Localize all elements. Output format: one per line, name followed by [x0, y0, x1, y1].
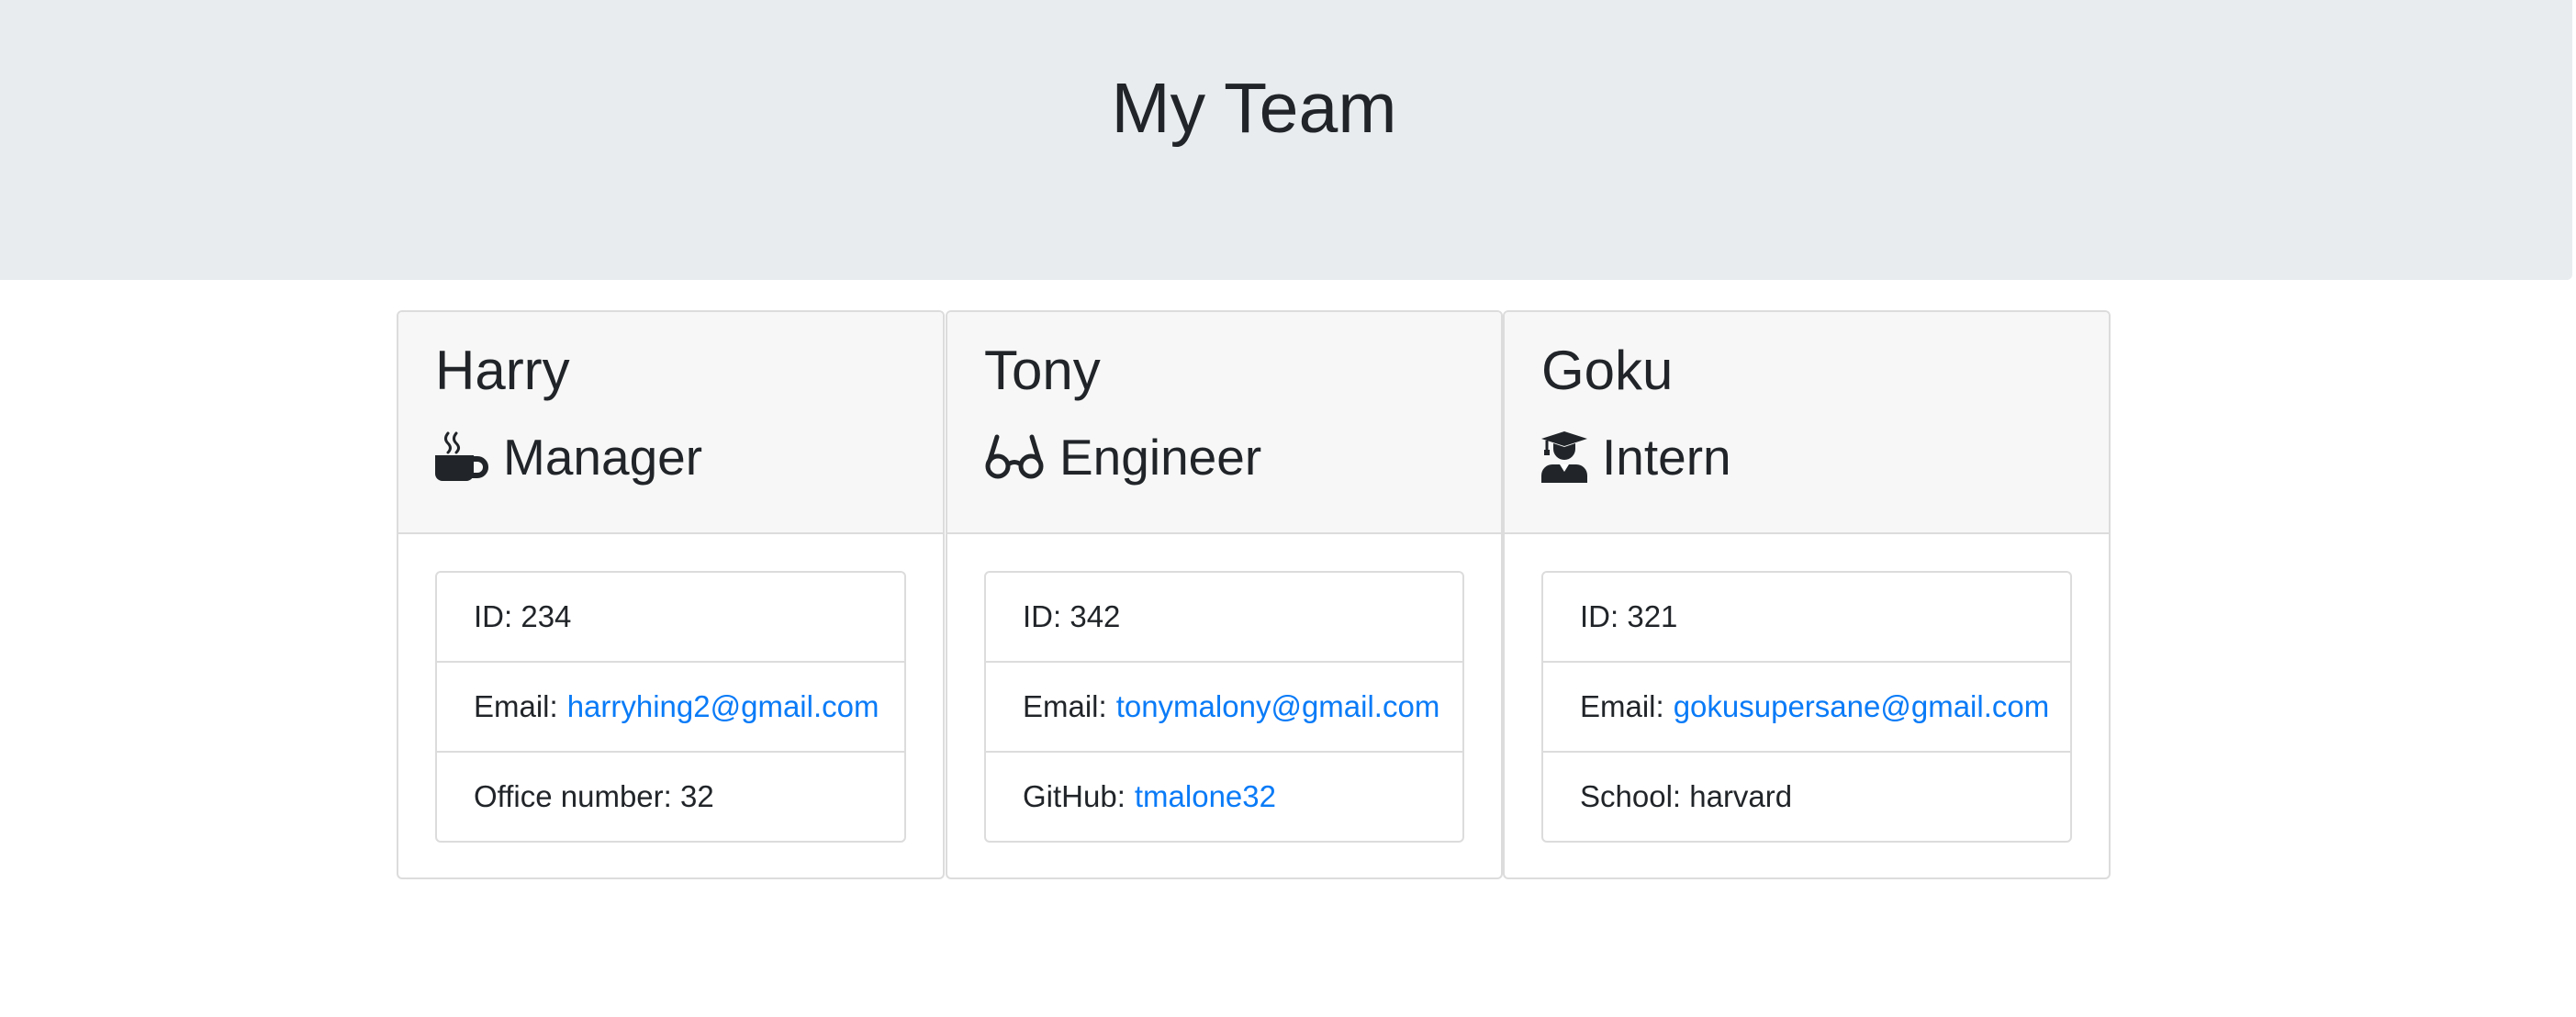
employee-details: ID: 342 Email: tonymalony@gmail.com GitH…	[984, 571, 1464, 843]
employee-role: Intern	[1541, 420, 1731, 494]
list-item-email: Email: tonymalony@gmail.com	[986, 661, 1462, 751]
github-link[interactable]: tmalone32	[1135, 779, 1276, 814]
list-item-github: GitHub: tmalone32	[986, 751, 1462, 841]
graduate-icon	[1541, 431, 1587, 483]
card-header: Harry Manager	[398, 312, 943, 534]
employee-name: Goku	[1541, 340, 1674, 401]
employee-name: Tony	[984, 340, 1101, 401]
list-item-email: Email: gokusupersane@gmail.com	[1543, 661, 2070, 751]
role-label: Intern	[1602, 429, 1731, 486]
list-item-office: Office number: 32	[437, 751, 904, 841]
list-item-school: School: harvard	[1543, 751, 2070, 841]
list-item-id: ID: 321	[1543, 573, 2070, 661]
employee-name: Harry	[435, 340, 570, 401]
role-label: Manager	[503, 429, 703, 486]
email-link[interactable]: tonymalony@gmail.com	[1116, 689, 1440, 724]
card-header: Goku Intern	[1505, 312, 2109, 534]
github-label: GitHub:	[1023, 779, 1126, 813]
email-label: Email:	[1580, 689, 1664, 723]
coffee-mug-icon	[435, 431, 488, 483]
employee-role: Engineer	[984, 420, 1261, 494]
school-text: School: harvard	[1580, 779, 1793, 813]
employee-role: Manager	[435, 420, 702, 494]
glasses-icon	[984, 431, 1045, 483]
team-card-manager: Harry Manager ID: 234 Email: harryhing2@…	[397, 310, 945, 879]
list-item-id: ID: 342	[986, 573, 1462, 661]
team-card-intern: Goku Intern ID: 321 Email: gokusupersane…	[1503, 310, 2111, 879]
header-jumbotron: My Team	[0, 0, 2572, 280]
id-text: ID: 342	[1023, 599, 1121, 633]
page-title: My Team	[1111, 69, 1397, 148]
email-label: Email:	[1023, 689, 1107, 723]
role-label: Engineer	[1059, 429, 1262, 486]
id-text: ID: 234	[474, 599, 572, 633]
employee-details: ID: 234 Email: harryhing2@gmail.com Offi…	[435, 571, 906, 843]
list-item-email: Email: harryhing2@gmail.com	[437, 661, 904, 751]
list-item-id: ID: 234	[437, 573, 904, 661]
email-link[interactable]: harryhing2@gmail.com	[567, 689, 879, 724]
id-text: ID: 321	[1580, 599, 1678, 633]
card-header: Tony Engineer	[947, 312, 1501, 534]
office-number-text: Office number: 32	[474, 779, 714, 813]
team-card-engineer: Tony Engineer ID: 342 Email: tonymalony@…	[946, 310, 1503, 879]
email-label: Email:	[474, 689, 558, 723]
employee-details: ID: 321 Email: gokusupersane@gmail.com S…	[1541, 571, 2072, 843]
email-link[interactable]: gokusupersane@gmail.com	[1674, 689, 2050, 724]
